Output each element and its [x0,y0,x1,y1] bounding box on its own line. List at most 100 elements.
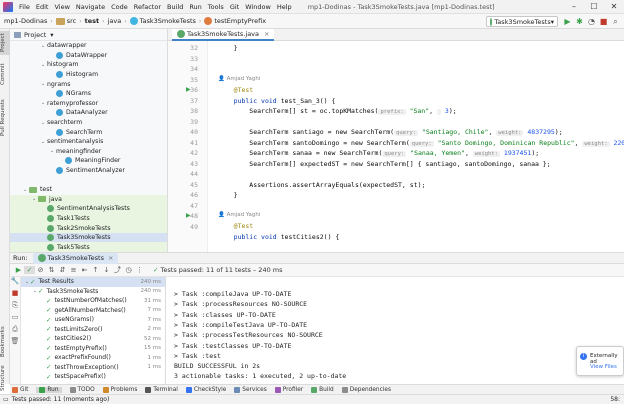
menu-file[interactable]: File [19,3,30,11]
bottom-tab-profiler[interactable]: Profiler [274,386,303,393]
wrench-icon[interactable]: 🔧 [10,277,20,289]
test-result-row[interactable]: ✓ testSpacePrefix() [21,372,165,382]
project-tree-item[interactable]: Histogram [10,70,167,80]
test-result-row[interactable]: ✓ testEmptyPrefix() 15 ms [21,344,165,354]
menu-run[interactable]: Run [189,3,201,11]
project-tree-item[interactable]: SentimentAnalysisTests [10,204,167,214]
close-tab-icon[interactable]: × [108,254,113,262]
bottom-tab-build[interactable]: Build [311,386,334,393]
project-tree-item[interactable]: ⌄ searchterm [10,118,167,128]
run-test-gutter-icon[interactable]: ▶ [186,212,192,219]
tab-task3smoketests[interactable]: Task3SmokeTests.java × [172,29,275,41]
menu-code[interactable]: Code [111,3,128,11]
cursor-position[interactable]: 58: [610,396,620,403]
tool-tab-bookmarks[interactable]: Bookmarks [0,325,10,359]
maximize-icon[interactable]: ☐ [584,0,604,14]
bottom-tab-checkstyle[interactable]: CheckStyle [185,386,226,393]
history-icon[interactable]: ◷ [123,266,134,274]
test-result-row[interactable]: ✓ testLimitsZero() 2 ms [21,325,165,335]
print-icon[interactable]: ⎙ [10,325,20,337]
breadcrumb-java[interactable]: java [108,17,122,25]
project-tree-item[interactable]: ⌄ meaningfinder [10,147,167,157]
project-tree-item[interactable]: ⌄ java [10,194,167,205]
tool-tab-project[interactable]: Project [0,31,10,55]
menu-tools[interactable]: Tools [208,3,224,11]
project-tree-item[interactable]: Task5Tests [10,242,167,252]
pin-icon[interactable]: ⎘ [10,301,20,313]
expand-all-icon[interactable]: ≡ [68,266,79,274]
bottom-tab-problems[interactable]: Problems [102,386,137,393]
test-result-row[interactable]: ✓ useNGrams() 7 ms [21,315,165,325]
run-icon[interactable]: ▶ [562,16,573,27]
bottom-tab-run[interactable]: Run [36,386,62,393]
test-result-row[interactable]: ✓ testCities2() 52 ms [21,334,165,344]
test-result-row[interactable]: ✓ testThrowException() 1 ms [21,363,165,373]
console-output[interactable]: > Task :compileJava UP-TO-DATE > Task :pr… [166,277,624,384]
bottom-tab-services[interactable]: Services [234,386,267,393]
stop-icon[interactable]: ■ [598,16,609,27]
stop-icon[interactable]: ■ [10,289,20,301]
bottom-tab-git[interactable]: Git [12,386,28,393]
menu-git[interactable]: Git [230,3,239,11]
more-icon[interactable]: ⋮ [134,266,145,274]
test-result-row[interactable]: ✓ getAllNumberMatches() 7 ms [21,306,165,316]
project-tree-item[interactable]: ⌄ test [10,185,167,195]
tool-tab-pull-requests[interactable]: Pull Requests [0,97,10,139]
search-icon[interactable]: ⌕ [610,16,621,27]
rerun-icon[interactable]: ▶ [13,266,24,274]
bottom-tab-todo[interactable]: TODO [69,386,95,393]
breadcrumb-src[interactable]: src [67,17,77,25]
project-tree-item[interactable]: Task3SmokeTests [10,232,167,243]
coverage-icon[interactable]: ◔ [586,16,597,27]
project-tree-item[interactable]: SearchTerm [10,127,167,137]
tool-tab-structure[interactable]: Structure [0,363,10,393]
test-result-row[interactable]: ✓ exactPrefixFound() 1 ms [21,353,165,363]
show-ignored-icon[interactable]: ⊘ [35,266,46,274]
menu-window[interactable]: Window [245,3,271,11]
breadcrumb-class[interactable]: Task3SmokeTests [140,17,196,25]
export-icon[interactable]: ⤴ [112,265,123,275]
run-tab[interactable]: Task3SmokeTests × [32,252,119,264]
menu-view[interactable]: View [54,3,69,11]
menu-navigate[interactable]: Navigate [76,3,105,11]
bottom-tab-terminal[interactable]: Terminal [145,386,178,393]
breadcrumb-test[interactable]: test [85,17,100,25]
trash-icon[interactable]: 🗑 [10,337,20,349]
project-tree-item[interactable]: ⌄ ratemyprofessor [10,99,167,109]
project-tree-item[interactable]: Task2SmokeTests [10,223,167,233]
close-tab-icon[interactable]: × [264,30,269,38]
down-icon[interactable]: ↓ [101,266,112,274]
project-tree-item[interactable]: ⌄ histogram [10,60,167,70]
project-tree-item[interactable]: ⌄ ngrams [10,79,167,89]
project-header[interactable]: Project ▾ [10,29,167,41]
view-files-link[interactable]: View Files [590,364,617,370]
test-result-row[interactable]: ⌄ ✓ Test Results 240 ms [21,277,165,287]
layout-icon[interactable]: ▭ [10,313,20,325]
menu-help[interactable]: Help [277,3,292,11]
project-tree-item[interactable] [10,175,167,185]
collapse-all-icon[interactable]: ⇤ [79,266,90,274]
run-test-gutter-icon[interactable]: ▶ [186,86,192,93]
debug-icon[interactable]: ✱ [574,16,585,27]
breadcrumb-method[interactable]: testEmptyPrefix [214,17,266,25]
sort-alpha-icon[interactable]: ⇅ [46,266,57,274]
project-tree-item[interactable]: NGrams [10,89,167,99]
menu-build[interactable]: Build [167,3,183,11]
project-tree-item[interactable]: ⌄ datawrapper [10,41,167,51]
close-icon[interactable]: ✕ [604,0,624,14]
run-config-dropdown[interactable]: Task3SmokeTests ▾ [486,16,558,27]
minimize-icon[interactable]: – [564,0,584,14]
sort-duration-icon[interactable]: ⇵ [57,266,68,274]
bottom-tab-dependencies[interactable]: Dependencies [341,386,391,393]
test-result-row[interactable]: ✓ testNumberOfMatches() 31 ms [21,296,165,306]
up-icon[interactable]: ↑ [90,266,101,274]
breadcrumb-project[interactable]: mp1-Dodinas [4,17,47,25]
project-tree-item[interactable]: ⌄ sentimentanalysis [10,137,167,147]
project-tree-item[interactable]: MeaningFinder [10,156,167,166]
tool-tab-commit[interactable]: Commit [0,61,10,87]
test-result-row[interactable]: ⌄ ✓ Task3SmokeTests 240 ms [21,287,165,297]
project-tree-item[interactable]: SentimentAnalyzer [10,166,167,176]
show-passed-icon[interactable]: ✓ [24,266,35,274]
project-tree-item[interactable]: DataWrapper [10,51,167,61]
project-tree-item[interactable]: Task1Tests [10,213,167,224]
